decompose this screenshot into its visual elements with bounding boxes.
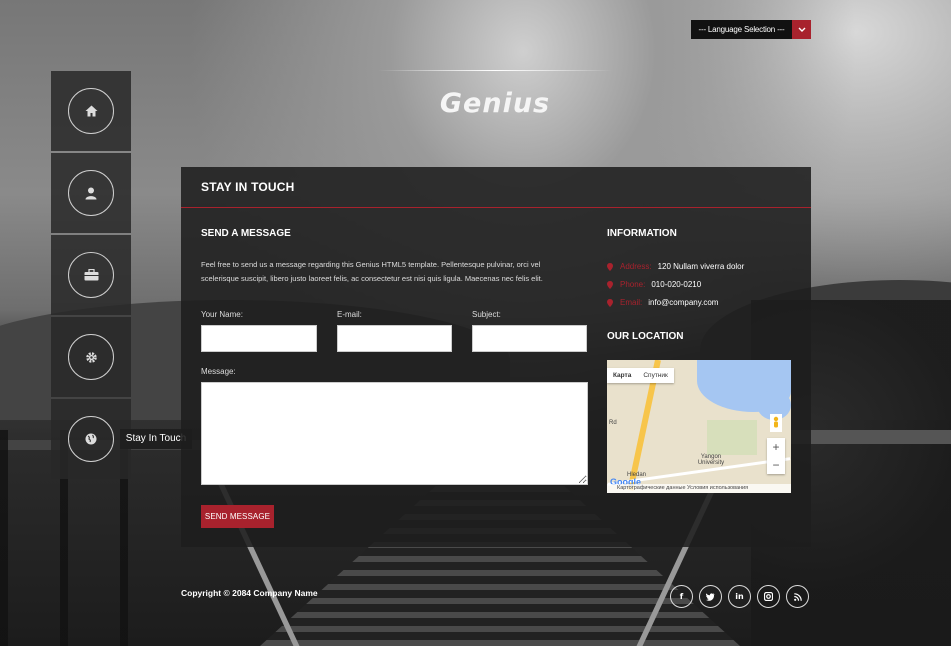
instagram-icon[interactable] [757,585,780,608]
facebook-icon[interactable]: f [670,585,693,608]
name-label: Your Name: [201,310,243,319]
map-zoom-out-button[interactable]: − [767,456,785,474]
our-location-heading: OUR LOCATION [607,331,684,342]
logo-divider [378,70,613,71]
twitter-icon[interactable] [699,585,722,608]
map-pin-icon [607,280,613,289]
panel-title: STAY IN TOUCH [181,167,811,208]
sidebar-item-settings[interactable] [51,317,131,397]
email-row: Email: info@company.com [607,298,718,307]
message-field[interactable] [201,382,588,485]
pegman-icon[interactable] [770,414,782,432]
phone-value: 010-020-0210 [651,280,702,289]
address-row: Address: 120 Nullam viverra dolor [607,262,744,271]
gear-icon [68,334,114,380]
address-label: Address: [620,262,652,271]
sidebar-item-contact[interactable] [51,399,131,479]
subject-field[interactable] [472,325,587,352]
contact-panel: STAY IN TOUCH SEND A MESSAGE Feel free t… [181,167,811,547]
phone-label: Phone: [620,280,646,289]
name-field[interactable] [201,325,317,352]
address-value: 120 Nullam viverra dolor [657,262,745,271]
subject-label: Subject: [472,310,501,319]
map-footer: Картографические данные Условия использо… [607,484,791,493]
language-select-value[interactable]: --- Language Selection --- [691,20,792,39]
email-info-label: Email: [620,298,643,307]
email-label: E-mail: [337,310,362,319]
map-label-university: Yangon University [697,454,725,466]
message-label: Message: [201,367,236,376]
location-map[interactable]: Yangon University Hledan Rd Карта Спутни… [607,360,791,493]
intro-text: Feel free to send us a message regarding… [201,260,543,283]
linkedin-icon[interactable]: in [728,585,751,608]
briefcase-icon [68,252,114,298]
sidebar-nav [51,71,131,481]
map-pin-icon [607,262,613,271]
email-link[interactable]: info@company.com [648,298,718,307]
sidebar-item-portfolio[interactable] [51,235,131,315]
globe-icon [68,416,114,462]
send-message-button[interactable]: SEND MESSAGE [201,505,274,528]
send-message-heading: SEND A MESSAGE [201,228,291,239]
map-tab-satellite[interactable]: Спутник [637,368,674,383]
map-label-rd: Rd [609,420,617,426]
copyright-text: Copyright © 2084 Company Name [181,588,318,598]
map-type-tabs: Карта Спутник [607,368,674,383]
sidebar-item-about[interactable] [51,153,131,233]
home-icon [68,88,114,134]
rss-icon[interactable] [786,585,809,608]
map-tab-map[interactable]: Карта [607,368,637,383]
user-icon [68,170,114,216]
phone-row: Phone: 010-020-0210 [607,280,701,289]
email-field[interactable] [337,325,452,352]
social-links: f in [670,585,809,608]
map-pin-icon [607,298,613,307]
language-select[interactable]: --- Language Selection --- [691,20,811,39]
map-zoom-controls: + − [767,438,785,474]
chevron-down-icon[interactable] [792,20,811,39]
logo[interactable]: Genius [400,88,590,119]
information-heading: INFORMATION [607,228,677,239]
sidebar-item-home[interactable] [51,71,131,151]
map-zoom-in-button[interactable]: + [767,438,785,456]
